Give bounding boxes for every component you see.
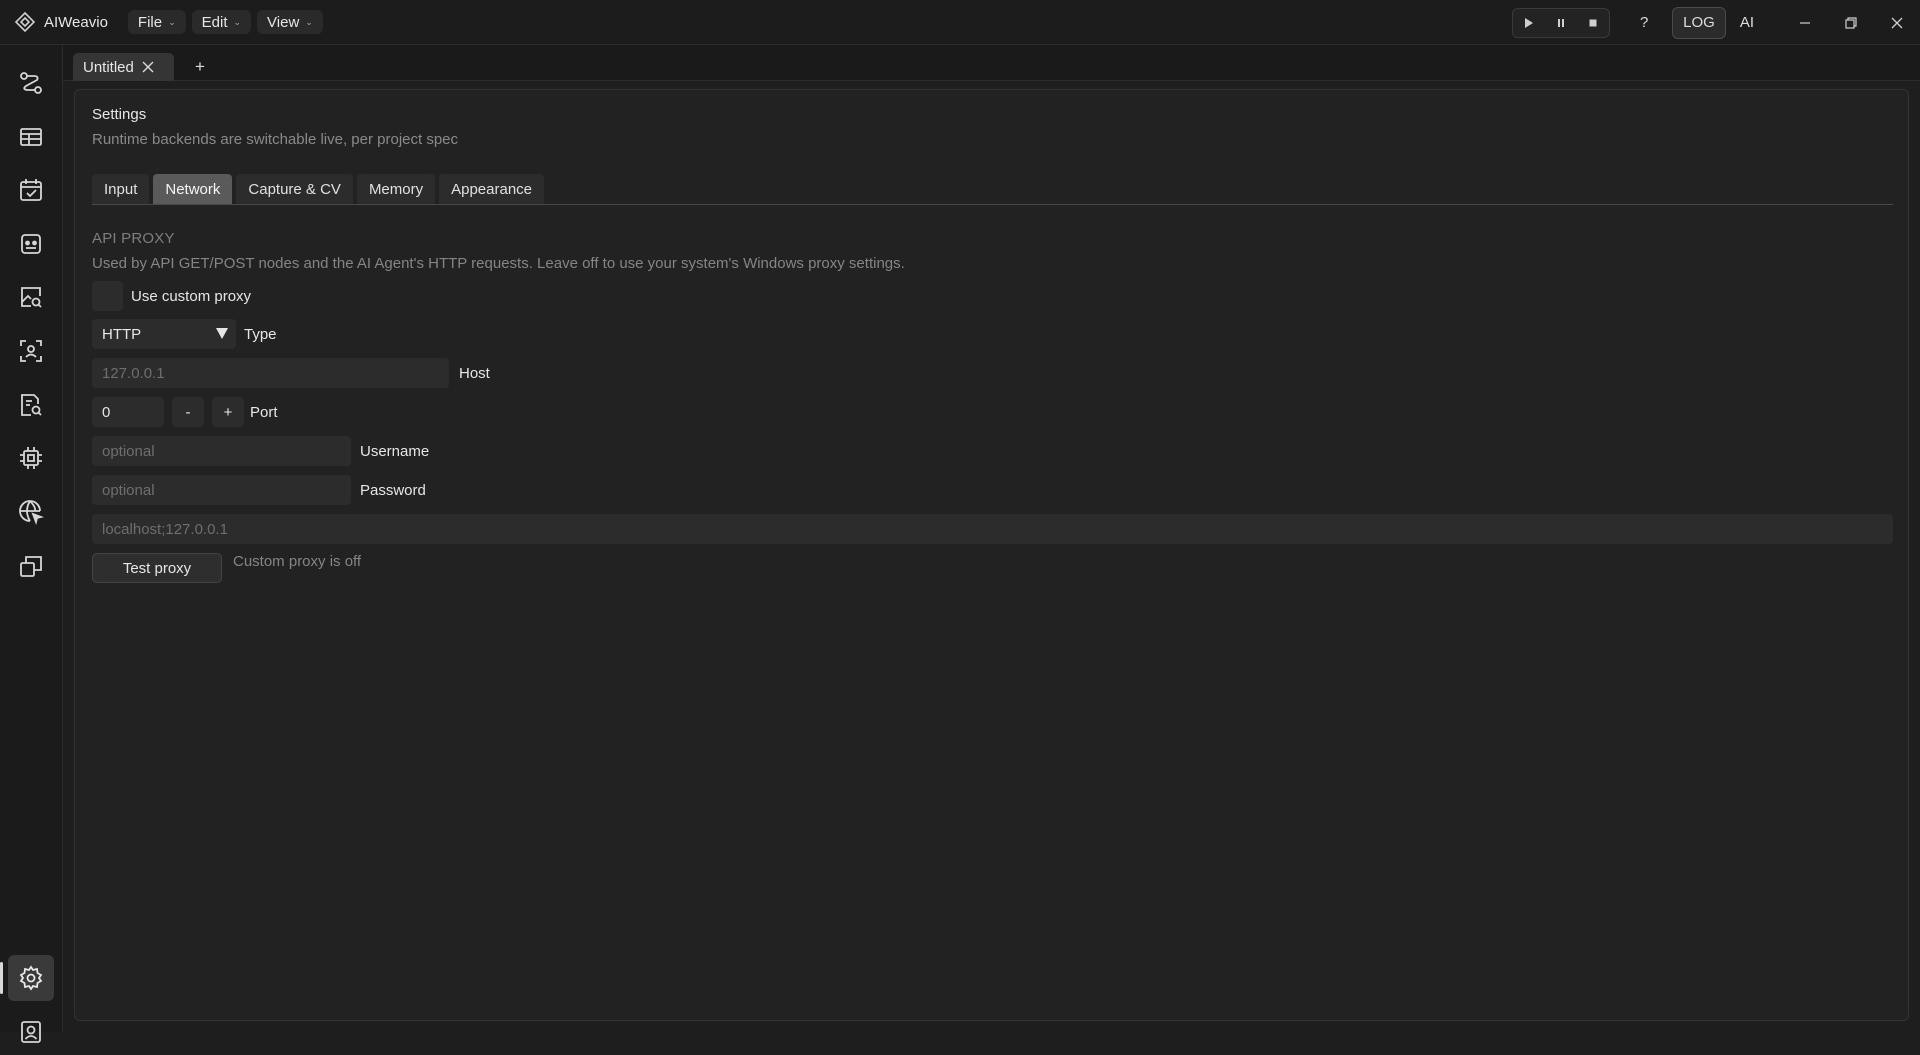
document-tab-strip: Untitled + [63,45,1920,81]
app-logo-icon [14,11,36,33]
chevron-down-icon: ⌄ [305,16,313,27]
sidebar-item-agent[interactable] [8,221,54,267]
title-bar: AIWeavio File ⌄ Edit ⌄ View ⌄ ? LOG AI [0,0,1920,45]
port-input[interactable] [92,397,164,427]
sidebar-item-layout[interactable] [8,114,54,160]
minimize-icon [1800,21,1810,24]
use-custom-proxy-checkbox[interactable] [92,281,123,311]
password-label: Password [360,482,426,499]
use-custom-proxy-row: Use custom proxy [92,281,251,311]
restore-button[interactable] [1828,0,1874,45]
sidebar-item-document-search[interactable] [8,382,54,428]
use-custom-proxy-label: Use custom proxy [131,287,252,305]
pause-button[interactable] [1545,9,1577,37]
app-title: AIWeavio [44,13,108,31]
sidebar-item-web[interactable] [8,489,54,535]
active-indicator [0,962,3,994]
proxy-type-label: Type [244,326,277,343]
test-proxy-button[interactable]: Test proxy [92,553,222,583]
tab-input[interactable]: Input [92,174,150,204]
chevron-down-icon: ⌄ [233,16,242,27]
document-tab-label: Untitled [83,58,134,76]
menu-file-label: File [137,13,163,31]
document-tab-untitled[interactable]: Untitled [73,53,174,81]
tab-network[interactable]: Network [153,174,233,204]
sidebar-item-settings[interactable] [8,955,54,1001]
username-input[interactable] [92,436,351,466]
image-search-icon [21,287,42,308]
proxy-status-text: Custom proxy is off [233,553,362,570]
face-scan-icon [20,340,42,362]
document-search-icon [21,394,42,416]
sidebar-item-nodes[interactable] [8,60,54,106]
settings-panel: Settings Runtime backends are switchable… [74,89,1909,1021]
chevron-down-icon: ⌄ [168,16,176,27]
menu-file[interactable]: File ⌄ [127,10,186,34]
close-icon [142,61,154,73]
minimize-button[interactable] [1782,0,1828,45]
close-icon [1891,17,1903,28]
stop-icon [1589,19,1597,26]
menu-view-label: View [267,13,300,31]
menu-edit-label: Edit [201,13,228,31]
section-title-api-proxy: API PROXY [92,230,175,247]
play-button[interactable] [1513,9,1545,37]
sidebar-item-face-scan[interactable] [8,328,54,374]
globe-cursor-icon [19,500,44,525]
gear-icon [19,965,43,991]
title-bar-controls: ? LOG AI [1512,0,1920,45]
sidebar-item-account[interactable] [8,1009,54,1055]
calendar-check-icon [20,179,42,201]
ai-button[interactable]: AI [1740,14,1754,31]
sidebar-item-image-search[interactable] [8,274,54,320]
sidebar-item-chip[interactable] [8,435,54,481]
host-input[interactable] [92,358,449,388]
settings-tabs: Input Network Capture & CV Memory Appear… [92,174,545,204]
sidebar-item-schedule[interactable] [8,167,54,213]
menu-edit[interactable]: Edit ⌄ [191,10,252,34]
help-button[interactable]: ? [1628,14,1660,31]
menu-view[interactable]: View ⌄ [257,10,323,34]
nodes-icon [20,72,42,94]
port-increment-button[interactable]: + [212,397,244,427]
page-title: Settings [92,106,147,123]
tabs-divider [92,204,1893,205]
chip-icon [20,447,42,469]
new-tab-button[interactable]: + [188,55,212,79]
sidebar-item-windows[interactable] [8,543,54,589]
close-tab-button[interactable] [142,61,154,73]
username-label: Username [360,443,430,460]
host-label: Host [459,365,490,382]
proxy-type-select[interactable]: HTTP [92,319,236,349]
dropdown-arrow-icon [216,328,228,339]
plus-icon: + [195,57,205,76]
restore-icon [1845,16,1857,29]
port-label: Port [250,404,278,421]
tab-appearance[interactable]: Appearance [439,174,545,204]
port-decrement-button[interactable]: - [172,397,204,427]
menu-bar: File ⌄ Edit ⌄ View ⌄ [127,10,323,34]
section-description: Used by API GET/POST nodes and the AI Ag… [92,255,905,272]
page-subtitle: Runtime backends are switchable live, pe… [92,131,459,148]
play-icon [1525,17,1534,28]
stop-button[interactable] [1577,9,1609,37]
windows-icon [20,556,42,577]
proxy-type-value: HTTP [102,325,142,343]
password-input[interactable] [92,475,351,505]
pause-icon [1558,18,1565,27]
robot-icon [21,234,41,254]
sidebar [0,45,63,1043]
run-controls [1512,7,1611,38]
tab-memory[interactable]: Memory [356,174,436,204]
user-badge-icon [21,1021,41,1043]
close-window-button[interactable] [1874,0,1920,45]
layout-icon [20,128,42,146]
bypass-list-input[interactable] [92,514,1893,544]
tab-capture-cv[interactable]: Capture & CV [236,174,353,204]
log-button[interactable]: LOG [1672,6,1726,39]
